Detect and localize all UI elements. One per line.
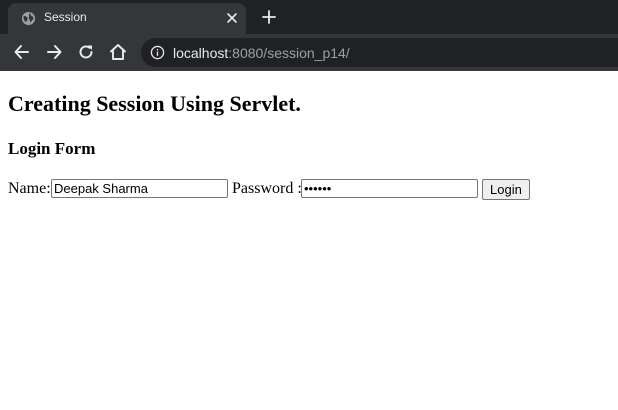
form-title: Login Form — [8, 139, 96, 158]
browser-toolbar: localhost:8080/session_p14/ — [0, 34, 618, 71]
info-icon[interactable] — [150, 45, 165, 60]
url-text[interactable]: localhost:8080/session_p14/ — [173, 45, 350, 61]
password-label: Password : — [232, 180, 302, 197]
close-icon[interactable] — [225, 11, 239, 25]
page-title: Creating Session Using Servlet. — [8, 91, 301, 116]
tab-session[interactable]: Session — [8, 3, 246, 34]
tab-title: Session — [44, 10, 87, 24]
url-host: localhost — [173, 45, 229, 61]
tab-strip: Session — [0, 0, 618, 34]
name-input[interactable] — [51, 179, 228, 198]
page-content: Creating Session Using Servlet. Login Fo… — [0, 71, 618, 410]
globe-icon — [21, 11, 36, 26]
name-label: Name: — [8, 180, 51, 197]
password-input[interactable] — [301, 179, 478, 198]
arrow-right-icon[interactable] — [44, 42, 64, 62]
browser-window: Session localhost:8080/session_p14/ Crea… — [0, 0, 618, 410]
reload-icon[interactable] — [76, 42, 96, 62]
login-button[interactable]: Login — [482, 179, 530, 200]
url-path: :8080/session_p14/ — [228, 45, 350, 61]
address-bar[interactable]: localhost:8080/session_p14/ — [141, 38, 618, 67]
home-icon[interactable] — [108, 42, 128, 62]
arrow-left-icon[interactable] — [12, 42, 32, 62]
plus-icon[interactable] — [261, 9, 277, 25]
